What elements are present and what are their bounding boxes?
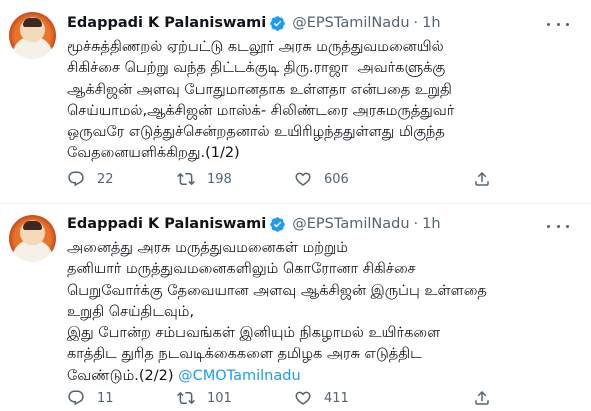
tweet[interactable]: Edappadi K Palaniswami @EPSTamilNadu · 1… [0, 0, 591, 204]
reply-button[interactable]: 11 [67, 388, 114, 408]
like-button[interactable]: 606 [294, 169, 349, 189]
mention-link[interactable]: @CMOTamilnadu [178, 368, 301, 384]
author-name[interactable]: Edappadi K Palaniswami [67, 216, 266, 232]
share-icon [475, 171, 489, 186]
retweet-count: 101 [207, 390, 232, 406]
retweet-count: 198 [207, 171, 232, 187]
reply-count: 22 [97, 171, 114, 187]
tweet-actions: 11 101 411 [67, 388, 507, 408]
author-handle[interactable]: @EPSTamilNadu [292, 15, 409, 31]
heart-icon [295, 172, 311, 186]
reply-button[interactable]: 22 [67, 169, 114, 189]
separator-dot: · [413, 216, 419, 232]
verified-badge-icon [270, 15, 286, 31]
retweet-icon [177, 172, 195, 186]
author-name[interactable]: Edappadi K Palaniswami [67, 15, 266, 31]
like-count: 411 [324, 390, 349, 406]
tweet[interactable]: Edappadi K Palaniswami @EPSTamilNadu · 1… [0, 204, 591, 411]
retweet-button[interactable]: 198 [177, 169, 232, 189]
like-count: 606 [324, 171, 349, 187]
tweet-text-content: மூச்சுத்திணறல் ஏற்பட்டு கடலூர் அரசு மருத… [67, 39, 455, 162]
timestamp[interactable]: 1h [422, 216, 440, 232]
like-button[interactable]: 411 [294, 388, 349, 408]
tweet-text: மூச்சுத்திணறல் ஏற்பட்டு கடலூர் அரசு மருத… [67, 37, 581, 165]
more-options-icon[interactable] [547, 218, 569, 234]
reply-icon [68, 390, 84, 406]
retweet-button[interactable]: 101 [177, 388, 232, 408]
avatar[interactable] [9, 12, 56, 59]
tweet-text: அனைத்து அரசு மருத்துவமனைகள் மற்றும் தனிய… [67, 238, 581, 387]
author-handle[interactable]: @EPSTamilNadu [292, 216, 409, 232]
tweet-text-content: அனைத்து அரசு மருத்துவமனைகள் மற்றும் தனிய… [67, 240, 487, 384]
tweet-header: Edappadi K Palaniswami @EPSTamilNadu · 1… [67, 214, 441, 234]
heart-icon [295, 391, 311, 405]
tweet-header: Edappadi K Palaniswami @EPSTamilNadu · 1… [67, 13, 441, 33]
share-button[interactable] [473, 388, 491, 408]
reply-count: 11 [97, 390, 114, 406]
share-icon [475, 390, 489, 405]
retweet-icon [177, 391, 195, 405]
share-button[interactable] [473, 169, 491, 189]
avatar[interactable] [9, 215, 56, 262]
more-options-icon[interactable] [547, 16, 569, 32]
timestamp[interactable]: 1h [422, 15, 440, 31]
reply-icon [68, 171, 84, 187]
tweet-actions: 22 198 606 [67, 169, 507, 189]
verified-badge-icon [270, 216, 286, 232]
separator-dot: · [413, 15, 419, 31]
